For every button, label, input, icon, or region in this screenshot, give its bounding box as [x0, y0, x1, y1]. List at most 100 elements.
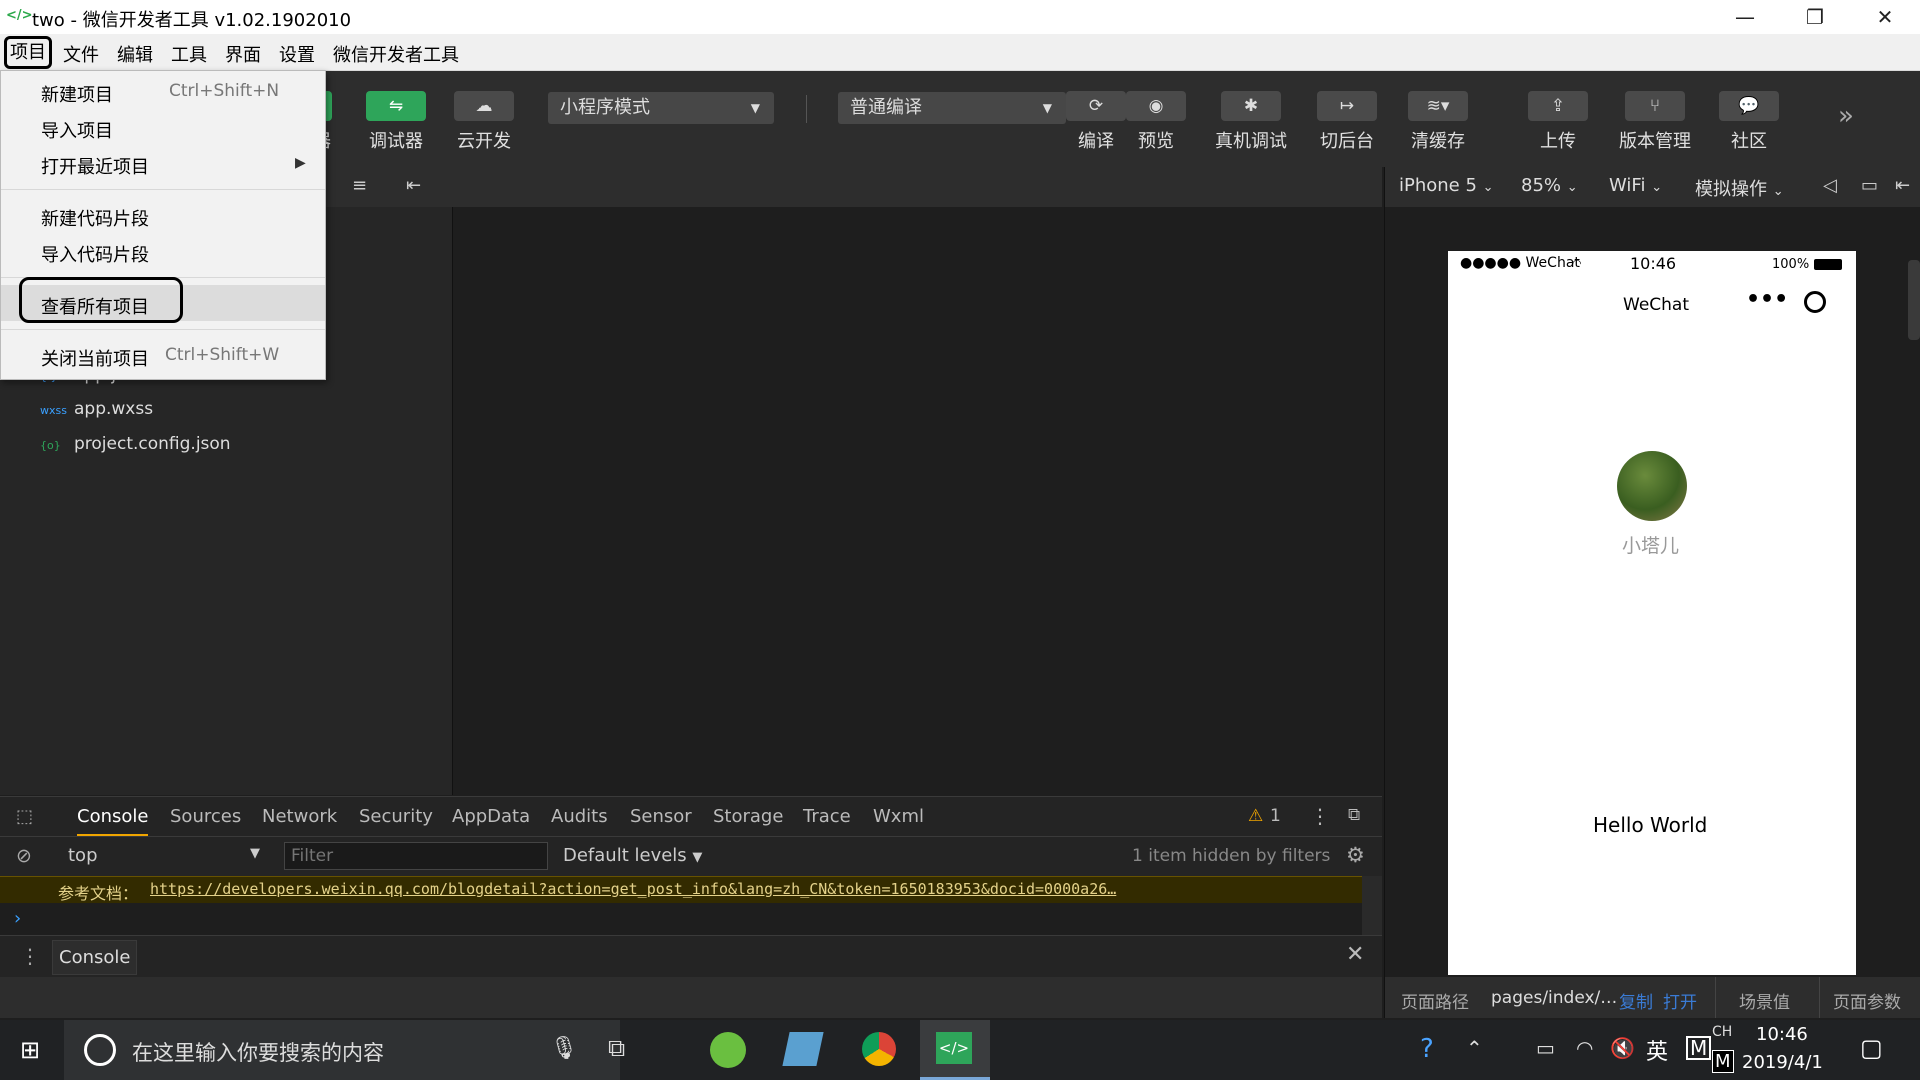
menu-edit[interactable]: 编辑: [117, 41, 153, 67]
capsule-close-icon[interactable]: [1804, 291, 1826, 313]
levels-select[interactable]: Default levels ▼: [563, 845, 702, 866]
tab-appdata[interactable]: AppData: [452, 806, 530, 827]
open-path-link[interactable]: 打开: [1663, 988, 1697, 1013]
avatar[interactable]: [1617, 451, 1687, 521]
restore-icon[interactable]: ❐: [1780, 0, 1850, 34]
community-button[interactable]: 💬 社区: [1709, 71, 1789, 167]
tab-sources[interactable]: Sources: [170, 806, 241, 827]
wifi-tray-icon[interactable]: ◠: [1576, 1036, 1593, 1060]
page-params-button[interactable]: 页面参数: [1833, 988, 1901, 1013]
menu-item-import-snippet[interactable]: 导入代码片段: [41, 241, 149, 267]
switch-background-icon: ↦: [1317, 91, 1377, 121]
mic-icon[interactable]: 🎙: [550, 1036, 578, 1061]
version-button[interactable]: ⑂ 版本管理: [1612, 71, 1698, 167]
preview-button[interactable]: ◉ 预览: [1116, 71, 1196, 167]
console-scrollbar[interactable]: [1362, 876, 1382, 935]
menu-item-new-snippet[interactable]: 新建代码片段: [41, 205, 149, 231]
battery-tray-icon[interactable]: ▭: [1536, 1036, 1555, 1060]
compile-mode-select[interactable]: 普通编译 ▼: [838, 92, 1066, 124]
menu-settings[interactable]: 设置: [279, 41, 315, 67]
collapse-panel-icon[interactable]: ⇤: [406, 175, 421, 196]
cloud-dev-button[interactable]: ☁ 云开发: [444, 71, 524, 167]
outline-icon[interactable]: ≡: [352, 175, 367, 196]
tab-security[interactable]: Security: [359, 806, 433, 827]
more-chevron-icon[interactable]: »: [1838, 101, 1854, 131]
branch-icon: ⑂: [1625, 91, 1685, 121]
warning-icon[interactable]: ⚠: [1248, 806, 1263, 826]
volume-icon[interactable]: ◁: [1823, 175, 1837, 196]
menu-tools[interactable]: 工具: [171, 41, 207, 67]
minimize-icon[interactable]: —: [1710, 0, 1780, 34]
notepad-app-icon[interactable]: [782, 1032, 824, 1066]
simulator-scroll-handle[interactable]: [1908, 260, 1920, 340]
tab-audits[interactable]: Audits: [551, 806, 608, 827]
more-vertical-icon[interactable]: ⋮: [1310, 804, 1330, 828]
clear-console-icon[interactable]: ⊘: [16, 845, 32, 867]
settings-gear-icon[interactable]: ⚙: [1346, 843, 1365, 867]
wechat-devtools-taskbar-button[interactable]: </>: [920, 1020, 990, 1080]
close-icon[interactable]: ✕: [1850, 0, 1920, 34]
dock-icon[interactable]: ⇤: [1895, 175, 1910, 196]
chevron-up-icon[interactable]: ⌃: [1466, 1036, 1483, 1060]
tab-storage[interactable]: Storage: [713, 806, 783, 827]
docs-link[interactable]: https://developers.weixin.qq.com/blogdet…: [150, 880, 1116, 898]
console-prompt[interactable]: ›: [0, 903, 1362, 935]
clear-cache-button[interactable]: ≋▾ 清缓存: [1398, 71, 1478, 167]
menu-item-view-all-projects[interactable]: 查看所有项目: [41, 293, 149, 319]
tab-network[interactable]: Network: [262, 806, 337, 827]
menu-interface[interactable]: 界面: [225, 41, 261, 67]
help-icon[interactable]: ?: [1420, 1034, 1434, 1064]
status-carrier: ●●●●● WeChat: [1460, 255, 1580, 271]
mode-select[interactable]: 小程序模式 ▼: [548, 92, 774, 124]
zoom-select[interactable]: 85% ⌄: [1521, 175, 1578, 196]
debugger-label: 调试器: [369, 131, 423, 152]
notification-icon[interactable]: ▢: [1860, 1034, 1883, 1062]
inspect-element-icon[interactable]: ⬚: [16, 806, 33, 827]
menu-item-close-project[interactable]: 关闭当前项目: [41, 345, 149, 371]
drawer-tab-console[interactable]: Console: [52, 940, 138, 975]
tab-sensor[interactable]: Sensor: [630, 806, 692, 827]
windows-start-icon[interactable]: ⊞: [20, 1036, 40, 1064]
copy-path-link[interactable]: 复制: [1619, 988, 1653, 1013]
lang-tray[interactable]: 英: [1646, 1034, 1668, 1066]
tab-wxml[interactable]: Wxml: [873, 806, 924, 827]
chevron-down-icon: ⌄: [1482, 180, 1494, 195]
sim-ops-select[interactable]: 模拟操作 ⌄: [1695, 175, 1784, 201]
menu-project[interactable]: 项目: [4, 36, 52, 69]
device-select[interactable]: iPhone 5 ⌄: [1399, 175, 1494, 196]
android-studio-icon[interactable]: [710, 1032, 746, 1068]
upload-button[interactable]: ⇪ 上传: [1518, 71, 1598, 167]
menu-file[interactable]: 文件: [63, 41, 99, 67]
menu-item-import-project[interactable]: 导入项目: [41, 117, 113, 143]
undock-icon[interactable]: ⧉: [1348, 805, 1360, 825]
network-select[interactable]: WiFi ⌄: [1609, 175, 1662, 196]
tab-console[interactable]: Console: [77, 806, 149, 836]
code-editor[interactable]: [452, 207, 1383, 795]
scene-value-button[interactable]: 场景值: [1739, 988, 1790, 1013]
menu-wechat-devtools[interactable]: 微信开发者工具: [333, 41, 459, 67]
window-icon[interactable]: ▭: [1861, 175, 1878, 196]
menu-item-new-project[interactable]: 新建项目: [41, 81, 113, 107]
more-dots-icon[interactable]: •••: [1746, 287, 1788, 312]
clock-time[interactable]: 10:46: [1756, 1024, 1808, 1045]
close-drawer-icon[interactable]: ✕: [1346, 942, 1364, 967]
taskbar-search-box[interactable]: 在这里输入你要搜索的内容 🎙: [64, 1020, 620, 1080]
task-view-icon[interactable]: ⧉: [608, 1034, 625, 1062]
ime-indicator[interactable]: M: [1712, 1050, 1734, 1073]
remote-debug-button[interactable]: ✱ 真机调试: [1208, 71, 1294, 167]
context-select[interactable]: top ▼: [56, 842, 264, 870]
background-button[interactable]: ↦ 切后台: [1307, 71, 1387, 167]
console-filter-input[interactable]: [284, 842, 548, 870]
tab-trace[interactable]: Trace: [803, 806, 851, 827]
devtools-tab-bar: ⬚ Console Sources Network Security AppDa…: [0, 796, 1382, 837]
lang-indicator[interactable]: CH: [1712, 1024, 1732, 1040]
chrome-icon[interactable]: [862, 1032, 896, 1066]
drawer-menu-icon[interactable]: ⋮: [20, 944, 40, 968]
file-item[interactable]: {o} project.config.json: [40, 434, 231, 454]
file-item[interactable]: wxss app.wxss: [40, 399, 153, 419]
mute-icon[interactable]: 🔇: [1610, 1036, 1635, 1060]
ime-tray-icon[interactable]: M: [1686, 1036, 1712, 1060]
debugger-button[interactable]: ⇋ 调试器: [353, 71, 439, 167]
menu-item-open-recent[interactable]: 打开最近项目: [41, 153, 149, 179]
clock-date[interactable]: 2019/4/1: [1742, 1052, 1823, 1073]
